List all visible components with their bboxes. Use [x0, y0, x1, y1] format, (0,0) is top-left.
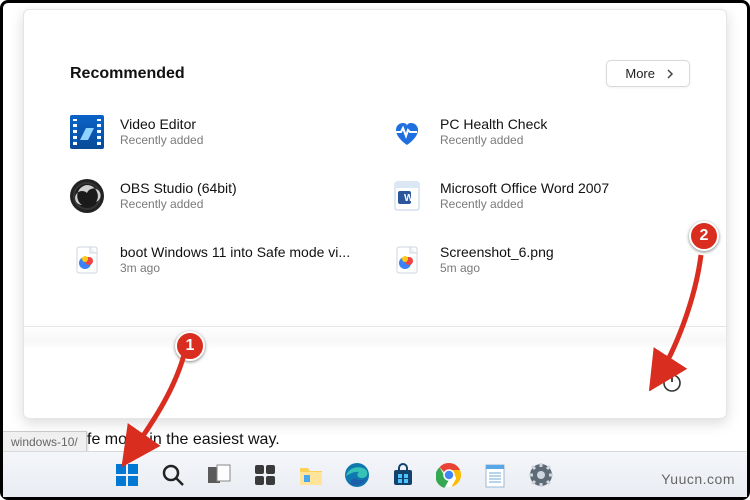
store-icon [391, 463, 415, 487]
item-label: boot Windows 11 into Safe mode vi... [120, 244, 350, 262]
windows-logo-icon [114, 462, 140, 488]
callout-1: 1 [175, 331, 205, 361]
recommended-item-screenshot[interactable]: Screenshot_6.png 5m ago [390, 243, 690, 277]
start-button[interactable] [113, 461, 141, 489]
item-sub: 5m ago [440, 261, 554, 276]
pc-health-icon [390, 115, 424, 149]
item-sub: 3m ago [120, 261, 350, 276]
paint-file-icon [70, 243, 104, 277]
word-icon: W [390, 179, 424, 213]
task-view-icon [207, 464, 231, 486]
recommended-item-safemode[interactable]: boot Windows 11 into Safe mode vi... 3m … [70, 243, 370, 277]
item-label: Microsoft Office Word 2007 [440, 180, 609, 198]
settings-button[interactable] [527, 461, 555, 489]
recommended-item-video-editor[interactable]: Video Editor Recently added [70, 115, 370, 149]
svg-text:W: W [404, 193, 414, 204]
item-sub: Recently added [120, 197, 237, 212]
notepad-button[interactable] [481, 461, 509, 489]
more-button[interactable]: More [606, 60, 690, 87]
taskbar [3, 451, 747, 497]
item-label: OBS Studio (64bit) [120, 180, 237, 198]
widgets-button[interactable] [251, 461, 279, 489]
item-label: PC Health Check [440, 116, 547, 134]
watermark: Yuucn.com [661, 471, 735, 487]
recommended-item-obs[interactable]: OBS Studio (64bit) Recently added [70, 179, 370, 213]
panel-divider [24, 326, 726, 350]
search-icon [161, 463, 185, 487]
folder-icon [298, 464, 324, 486]
more-button-label: More [625, 66, 655, 81]
obs-icon [70, 179, 104, 213]
item-sub: Recently added [440, 133, 547, 148]
recommended-heading: Recommended [70, 65, 185, 83]
item-sub: Recently added [120, 133, 203, 148]
chrome-button[interactable] [435, 461, 463, 489]
gear-icon [528, 462, 554, 488]
file-explorer-button[interactable] [297, 461, 325, 489]
browser-tab-fragment: windows-10/ [3, 431, 87, 453]
store-button[interactable] [389, 461, 417, 489]
chrome-icon [436, 462, 462, 488]
recommended-grid: Video Editor Recently added PC Health Ch… [70, 115, 690, 277]
recommended-item-word[interactable]: W Microsoft Office Word 2007 Recently ad… [390, 179, 690, 213]
task-view-button[interactable] [205, 461, 233, 489]
video-editor-icon [70, 115, 104, 149]
edge-button[interactable] [343, 461, 371, 489]
start-menu-panel: Recommended More Video Editor Recently a… [23, 9, 727, 419]
chevron-right-icon [665, 69, 675, 79]
power-button[interactable] [660, 370, 684, 394]
item-sub: Recently added [440, 197, 609, 212]
callout-2: 2 [689, 221, 719, 251]
page-text-fragment: fe mode in the easiest way. [87, 431, 280, 449]
power-icon [660, 370, 684, 394]
recommended-item-pc-health[interactable]: PC Health Check Recently added [390, 115, 690, 149]
screenshot-frame: windows-10/ fe mode in the easiest way. … [0, 0, 750, 500]
item-label: Video Editor [120, 116, 203, 134]
edge-icon [344, 462, 370, 488]
search-button[interactable] [159, 461, 187, 489]
item-label: Screenshot_6.png [440, 244, 554, 262]
paint-file-icon [390, 243, 424, 277]
notepad-icon [484, 462, 506, 488]
widgets-icon [253, 463, 277, 487]
